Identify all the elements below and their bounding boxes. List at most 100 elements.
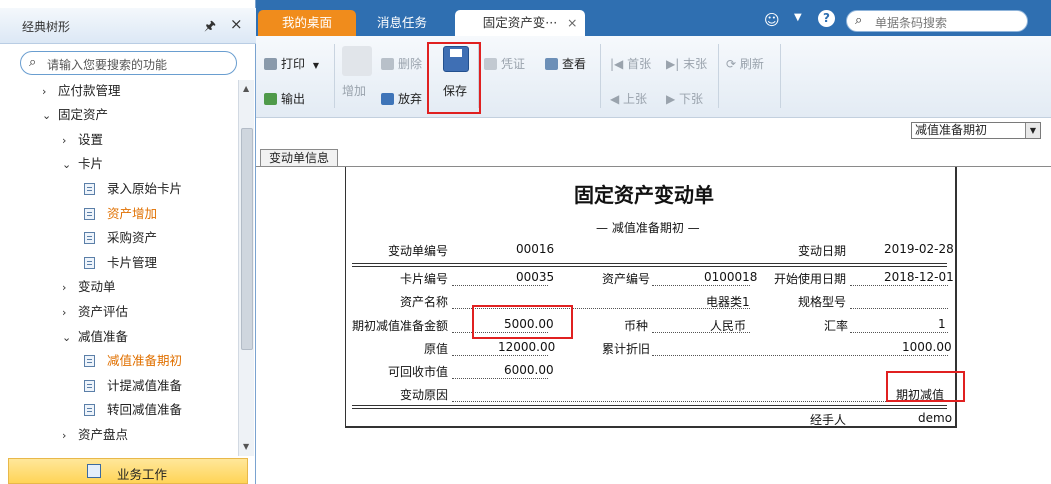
recoverable-label: 可回收市值: [388, 365, 449, 379]
currency-label: 币种: [624, 319, 649, 333]
chevron-right-icon: ›: [42, 85, 47, 98]
print-button[interactable]: 打印 ▼: [264, 55, 319, 73]
first-button[interactable]: |◀ 首张: [610, 55, 651, 73]
export-button[interactable]: 输出: [264, 90, 305, 108]
last-button[interactable]: ▶| 末张: [666, 55, 707, 73]
view-button[interactable]: 查看: [545, 55, 586, 73]
tree-item-change-voucher[interactable]: › 变动单: [62, 276, 116, 298]
next-button[interactable]: ▶ 下张: [666, 90, 703, 108]
search-placeholder: 请输入您要搜索的功能: [47, 58, 168, 72]
change-reason-label: 变动原因: [400, 388, 449, 402]
reason-highlight-box: [886, 371, 965, 402]
delete-button[interactable]: 删除: [381, 55, 422, 73]
tree-item-purchase-asset[interactable]: 采购资产: [84, 227, 157, 249]
close-icon[interactable]: ×: [230, 15, 243, 33]
left-panel: 经典树形 🖈︎ × ⌕ 请输入您要搜索的功能 › 应付款管理 ⌄ 固定资产 › 设置 …: [0, 0, 256, 484]
tree-item-asset-eval[interactable]: › 资产评估: [62, 301, 128, 323]
start-date-value[interactable]: 2018-12-01: [884, 270, 954, 284]
doc-title: 固定资产变动单: [574, 183, 714, 207]
impairment-highlight-box: [472, 305, 573, 339]
tree-item-impairment[interactable]: ⌄ 减值准备: [62, 326, 128, 348]
impairment-amount-label: 期初减值准备金额: [352, 319, 449, 333]
tree-item-reverse-impairment[interactable]: 转回减值准备: [84, 399, 182, 421]
dropdown-arrow-icon[interactable]: ▼: [794, 12, 802, 23]
form-icon: [84, 232, 95, 244]
abandon-button[interactable]: 放弃: [381, 90, 422, 108]
form-icon: [84, 355, 95, 367]
rate-label: 汇率: [824, 319, 849, 333]
function-search-input[interactable]: ⌕ 请输入您要搜索的功能: [20, 51, 237, 75]
voucher-no-label: 变动单编号: [388, 244, 449, 258]
tab-messages[interactable]: 消息任务: [362, 10, 442, 36]
tree-item-cards[interactable]: ⌄ 卡片: [62, 153, 103, 175]
chevron-down-icon: ⌄: [42, 109, 52, 122]
next-icon: ▶: [666, 92, 680, 106]
tree-item-fixed-assets[interactable]: ⌄ 固定资产: [42, 104, 108, 126]
accum-depr-label: 累计折旧: [602, 342, 651, 356]
tree-item-card-manage[interactable]: 卡片管理: [84, 252, 157, 274]
dropdown-arrow-icon[interactable]: ▼: [313, 61, 319, 70]
recoverable-value[interactable]: 6000.00: [504, 363, 554, 377]
asset-no-value[interactable]: 0100018: [704, 270, 757, 284]
tree-item-impairment-opening[interactable]: 减值准备期初: [84, 350, 182, 372]
chevron-right-icon: ›: [62, 134, 67, 147]
chevron-right-icon: ›: [62, 429, 67, 442]
abandon-icon: [381, 93, 394, 105]
start-date-label: 开始使用日期: [774, 272, 847, 286]
close-tab-icon[interactable]: ×: [567, 10, 577, 36]
smiley-icon[interactable]: ☺: [764, 11, 780, 29]
change-type-select[interactable]: 减值准备期初 ▼: [911, 122, 1041, 139]
search-icon: ⌕: [29, 55, 37, 70]
tree-item-payables[interactable]: › 应付款管理: [42, 80, 121, 102]
scroll-down-icon[interactable]: ▼: [243, 442, 249, 451]
doc-subtitle: — 减值准备期初 —: [596, 221, 700, 235]
panel-header: 经典树形 🖈︎ ×: [0, 8, 256, 44]
original-value-label: 原值: [424, 342, 449, 356]
change-date-value: 2019-02-28: [884, 242, 954, 256]
barcode-search-input[interactable]: ⌕ 单据条码搜索: [846, 10, 1028, 32]
tree-scrollbar[interactable]: ▲ ▼: [238, 80, 254, 456]
toolbar: 打印 ▼ 输出 增加 删除 放弃 保存 凭证 查看 |◀ 首张 ▶| 末张 ◀ …: [256, 36, 1051, 118]
tree-item-enter-cards[interactable]: 录入原始卡片: [84, 178, 182, 200]
change-date-label: 变动日期: [798, 244, 847, 258]
tree-item-asset-add[interactable]: 资产增加: [84, 203, 157, 225]
card-no-value[interactable]: 00035: [516, 270, 554, 284]
asset-name-value[interactable]: 电器类1: [706, 293, 750, 310]
refresh-button[interactable]: ⟳ 刷新: [726, 55, 764, 73]
spec-label: 规格型号: [798, 295, 847, 309]
tree-item-asset-count[interactable]: › 资产盘点: [62, 424, 128, 446]
asset-name-label: 资产名称: [400, 295, 449, 309]
scroll-up-icon[interactable]: ▲: [243, 84, 249, 93]
tree-item-accrue-impairment[interactable]: 计提减值准备: [84, 375, 182, 397]
accum-depr-value[interactable]: 1000.00: [902, 340, 952, 354]
nav-tree: › 应付款管理 ⌄ 固定资产 › 设置 ⌄ 卡片 录入原始卡片 资产增加 采购资产 卡片…: [0, 80, 238, 456]
help-icon[interactable]: ?: [818, 10, 835, 27]
tab-my-desktop[interactable]: 我的桌面: [258, 10, 356, 36]
form-icon: [84, 380, 95, 392]
add-button[interactable]: 增加: [342, 82, 366, 100]
panel-title: 经典树形: [22, 20, 71, 34]
form-icon: [84, 208, 95, 220]
last-icon: ▶|: [666, 57, 684, 71]
export-icon: [264, 93, 277, 105]
voucher-no-value: 00016: [516, 242, 555, 256]
save-highlight-box: [427, 42, 481, 114]
pin-icon[interactable]: 🖈︎: [204, 17, 216, 39]
printer-icon: [264, 58, 277, 70]
tree-item-settings[interactable]: › 设置: [62, 129, 103, 151]
chevron-right-icon: ›: [62, 306, 67, 319]
scrollbar-thumb[interactable]: [241, 128, 253, 350]
tab-fixed-asset-change[interactable]: 固定资产变··· ×: [455, 10, 585, 36]
prev-button[interactable]: ◀ 上张: [610, 90, 647, 108]
business-work-bar[interactable]: 业务工作: [8, 458, 248, 484]
form-icon: [84, 183, 95, 195]
rate-value[interactable]: 1: [938, 317, 946, 331]
subtab-change-info[interactable]: 变动单信息: [260, 149, 338, 167]
change-voucher-doc: 固定资产变动单 — 减值准备期初 — 变动单编号 00016 变动日期 2019…: [345, 167, 965, 428]
asset-no-label: 资产编号: [602, 272, 651, 286]
dropdown-arrow-icon[interactable]: ▼: [1025, 123, 1040, 138]
chevron-down-icon: ⌄: [62, 158, 72, 171]
voucher-button[interactable]: 凭证: [484, 55, 525, 73]
original-value-value[interactable]: 12000.00: [498, 340, 555, 354]
handler-value: demo: [918, 411, 953, 425]
